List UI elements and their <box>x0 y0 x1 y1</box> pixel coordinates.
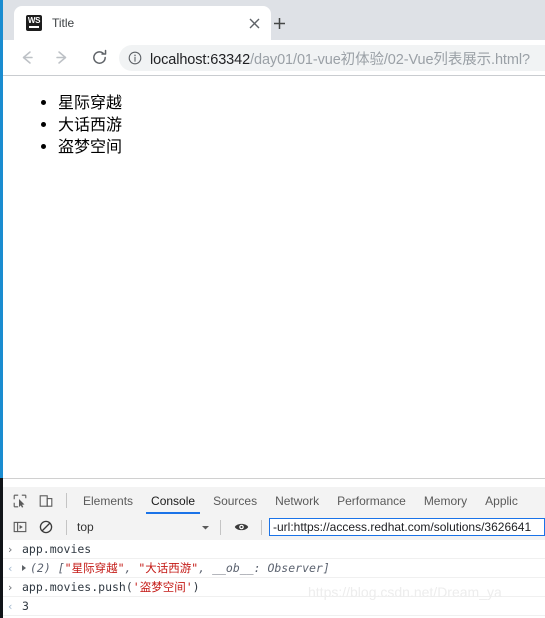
browser-toolbar: localhost:63342/day01/01-vue初体验/02-Vue列表… <box>3 40 545 76</box>
tab-console[interactable]: Console <box>142 488 204 514</box>
info-circle-icon[interactable] <box>128 51 142 65</box>
reload-icon[interactable] <box>85 44 113 72</box>
arrow-right-icon[interactable] <box>47 44 75 72</box>
observer-tail: , __ob__: Observer] <box>198 561 330 575</box>
address-bar[interactable]: localhost:63342/day01/01-vue初体验/02-Vue列表… <box>119 45 545 71</box>
toolbar-divider <box>261 519 262 535</box>
new-tab-button[interactable] <box>265 9 293 37</box>
close-icon[interactable] <box>243 12 265 34</box>
movie-list: 星际穿越 大话西游 盗梦空间 <box>3 92 545 157</box>
list-item: 星际穿越 <box>58 92 545 113</box>
tab-application[interactable]: Applic <box>476 488 527 514</box>
inspect-element-icon[interactable] <box>7 489 33 513</box>
console-filter-input[interactable] <box>269 518 545 536</box>
page-viewport: 星际穿越 大话西游 盗梦空间 <box>3 76 545 478</box>
list-item: 盗梦空间 <box>58 136 545 157</box>
tab-network[interactable]: Network <box>266 488 328 514</box>
tab-strip: WS Title <box>3 0 545 40</box>
list-item: 大话西游 <box>58 114 545 135</box>
url-path: /day01/01-vue初体验/02-Vue列表展示.html? <box>250 51 530 68</box>
array-separator: , <box>124 561 139 575</box>
array-count: (2) <box>30 561 51 575</box>
devtools-panel: Elements Console Sources Network Perform… <box>3 478 545 618</box>
array-string-1: "大话西游" <box>138 561 199 575</box>
console-result: (2) ["星际穿越", "大话西游", __ob__: Observer] <box>22 560 330 576</box>
toolbar-divider <box>66 519 67 535</box>
expression-prefix: app.movies.push( <box>22 580 133 594</box>
console-input-row[interactable]: › app.movies <box>3 540 545 559</box>
execution-context-selector[interactable]: top <box>77 520 197 534</box>
arrow-left-icon[interactable] <box>13 44 41 72</box>
result-marker: ‹ <box>8 561 13 575</box>
console-result-row[interactable]: ‹ (2) ["星际穿越", "大话西游", __ob__: Observer] <box>3 559 545 578</box>
result-marker: ‹ <box>8 599 13 613</box>
url-host: localhost:63342 <box>150 51 251 68</box>
console-output[interactable]: › app.movies ‹ (2) ["星际穿越", "大话西游", __ob… <box>3 540 545 618</box>
tab-memory[interactable]: Memory <box>415 488 476 514</box>
console-result-row[interactable]: ‹ 3 <box>3 597 545 616</box>
browser-window: WS Title localhost:63342/day01/01-vue初体验… <box>0 0 545 618</box>
console-sidebar-toggle-icon[interactable] <box>7 515 33 539</box>
prompt-marker: › <box>8 580 13 594</box>
tab-title: Title <box>52 16 75 30</box>
open-bracket: [ <box>50 561 65 575</box>
toolbar-divider <box>66 493 67 508</box>
console-expression: app.movies <box>22 542 92 556</box>
expression-suffix: ) <box>192 580 200 594</box>
address-bar-text: localhost:63342/day01/01-vue初体验/02-Vue列表… <box>150 48 530 69</box>
toolbar-divider <box>220 519 221 535</box>
expression-string: '盗梦空间' <box>132 580 193 594</box>
console-result: 3 <box>22 599 29 613</box>
browser-tab[interactable]: WS Title <box>14 6 271 40</box>
tab-performance[interactable]: Performance <box>328 488 415 514</box>
expand-triangle-icon[interactable] <box>22 565 26 571</box>
tab-sources[interactable]: Sources <box>204 488 266 514</box>
chevron-down-icon[interactable] <box>197 517 213 537</box>
devtools-tabbar: Elements Console Sources Network Perform… <box>3 487 545 515</box>
favicon-underbar <box>29 26 39 28</box>
prompt-marker: › <box>8 542 13 556</box>
console-input-row[interactable]: › app.movies.push('盗梦空间') <box>3 578 545 597</box>
clear-console-icon[interactable] <box>33 515 59 539</box>
favicon-label: WS <box>27 16 41 25</box>
tab-elements[interactable]: Elements <box>74 488 142 514</box>
array-string-0: "星际穿越" <box>64 561 125 575</box>
console-toolbar: top <box>3 514 545 541</box>
device-toolbar-icon[interactable] <box>33 489 59 513</box>
console-expression: app.movies.push('盗梦空间') <box>22 579 200 595</box>
eye-icon[interactable] <box>228 515 254 539</box>
webstorm-ws-logo-icon: WS <box>26 15 42 31</box>
